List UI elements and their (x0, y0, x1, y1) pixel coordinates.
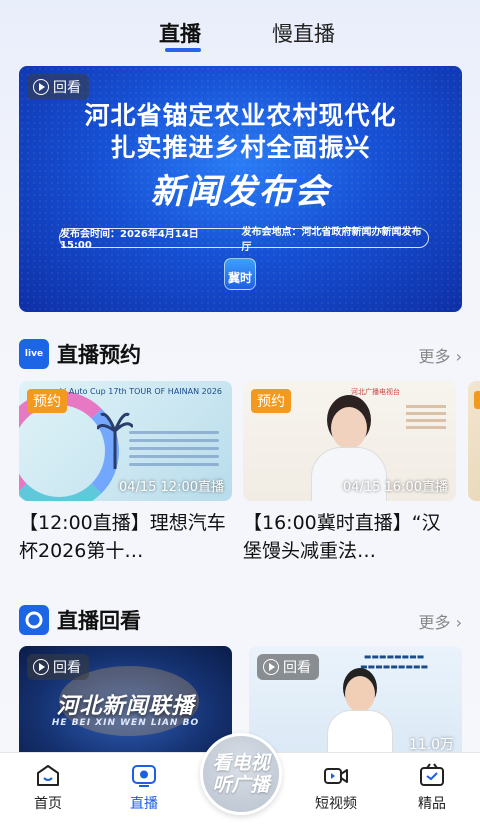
reserve-tag: 预约 (251, 389, 291, 413)
view-count: 11.0万 (408, 737, 454, 753)
hero-info-place: 发布会地点：河北省政府新闻办新闻发布厅 (241, 227, 422, 253)
hero-title-main: 新闻发布会 (150, 172, 331, 212)
poster-caption-graphic: ▬▬▬▬▬▬▬▬ ▬▬▬▬▬▬▬▬▬ (359, 652, 429, 671)
program-logo-pinyin: HE BEI XIN WEN LIAN BO (51, 718, 200, 728)
play-icon (263, 659, 279, 675)
section-appointments-header: live 直播预约 更多 › (19, 338, 462, 370)
poster-text-lines (129, 431, 219, 471)
hero-info-time: 发布会时间：2026年4月14日15:00 (60, 229, 199, 251)
jishi-logo: 冀时 (224, 258, 256, 290)
section-replay-title: 直播回看 (57, 609, 141, 633)
appointment-title: 【12:00直播】理想汽车杯2026第十… (19, 512, 226, 562)
nav-short-video[interactable]: 短视频 (296, 763, 376, 813)
tab-live[interactable]: 直播 (159, 18, 201, 48)
play-icon (33, 659, 49, 675)
program-logo-text: 河北新闻联播 (56, 694, 195, 719)
appointment-card[interactable]: Li Auto Cup 17th TOUR OF HAINAN 2026 预约 … (19, 381, 232, 562)
tour-brand-text: Li Auto Cup 17th TOUR OF HAINAN 2026 (59, 387, 222, 396)
live-camera-icon (131, 763, 157, 787)
appointment-card[interactable]: 河北广播电视台 预约 04/15 16:00直播 【16:00冀时直播】“汉堡馒… (243, 381, 456, 562)
video-camera-icon (323, 763, 349, 787)
appointment-title: 【16:00冀时直播】“汉堡馒头减重法… (243, 512, 441, 562)
palm-tree-icon (97, 412, 133, 469)
schedule-time: 04/15 16:00直播 (342, 480, 448, 495)
replay-card[interactable]: 回看 河北新闻联播 HE BEI XIN WEN LIAN BO (19, 646, 232, 756)
tab-active-indicator (165, 48, 201, 52)
hero-title-line2: 扎实推进乡村全面振兴 (110, 133, 371, 162)
nav-home-label: 首页 (34, 796, 62, 812)
home-icon (35, 763, 61, 787)
replay-card[interactable]: ▬▬▬▬▬▬▬▬ ▬▬▬▬▬▬▬▬▬ 回看 11.0万 (249, 646, 462, 756)
doctor-coat (327, 710, 393, 756)
nav-home[interactable]: 首页 (8, 763, 88, 813)
nav-premium-label: 精品 (418, 796, 446, 812)
replay-badge-label: 回看 (53, 660, 81, 676)
replay-more-link[interactable]: 更多 › (419, 609, 463, 633)
nav-premium[interactable]: 精品 (392, 763, 472, 813)
play-icon (33, 79, 49, 95)
doctor-portrait (345, 676, 375, 712)
poster-text-lines (406, 405, 446, 433)
reserve-tag: 预约 (27, 389, 67, 413)
section-replay-header: 直播回看 更多 › (19, 604, 462, 636)
top-tabs: 直播 慢直播 (0, 14, 480, 54)
center-button-line1: 看电视 (212, 752, 270, 774)
premium-screen-icon (419, 763, 445, 787)
appointment-thumbnail: Li Auto Cup 17th TOUR OF HAINAN 2026 预约 … (19, 381, 232, 501)
appointment-card-peek[interactable] (468, 381, 480, 501)
chevron-right-icon: › (450, 347, 462, 366)
replay-badge: 回看 (257, 654, 319, 680)
appointment-thumbnail: 河北广播电视台 预约 04/15 16:00直播 (243, 381, 456, 501)
hero-title-line1: 河北省锚定农业农村现代化 (84, 101, 397, 130)
tab-slow-live[interactable]: 慢直播 (272, 18, 335, 48)
more-label: 更多 (418, 347, 451, 366)
replay-circle-icon (19, 605, 49, 635)
center-button-line2: 听广播 (212, 774, 270, 796)
hero-banner[interactable]: 回看 河北省锚定农业农村现代化 扎实推进乡村全面振兴 新闻发布会 发布会时间：2… (19, 66, 462, 312)
replay-badge: 回看 (27, 654, 89, 680)
nav-live[interactable]: 直播 (104, 763, 184, 813)
hero-info-bar: 发布会时间：2026年4月14日15:00 发布会地点：河北省政府新闻办新闻发布… (59, 227, 429, 253)
doctor-portrait (331, 407, 367, 449)
nav-live-label: 直播 (130, 796, 158, 812)
replay-badge-label: 回看 (283, 660, 311, 676)
nav-short-video-label: 短视频 (315, 796, 357, 812)
replay-badge-label: 回看 (53, 80, 81, 96)
station-brand-text: 河北广播电视台 (351, 388, 400, 396)
watch-tv-listen-radio-button[interactable]: 看电视 听广播 (200, 733, 282, 815)
live-calendar-icon: live (19, 339, 49, 369)
chevron-right-icon: › (450, 613, 462, 632)
schedule-time: 04/15 12:00直播 (118, 480, 224, 495)
more-label: 更多 (418, 613, 451, 632)
appointments-more-link[interactable]: 更多 › (419, 343, 463, 367)
section-appointments-title: 直播预约 (57, 343, 141, 367)
